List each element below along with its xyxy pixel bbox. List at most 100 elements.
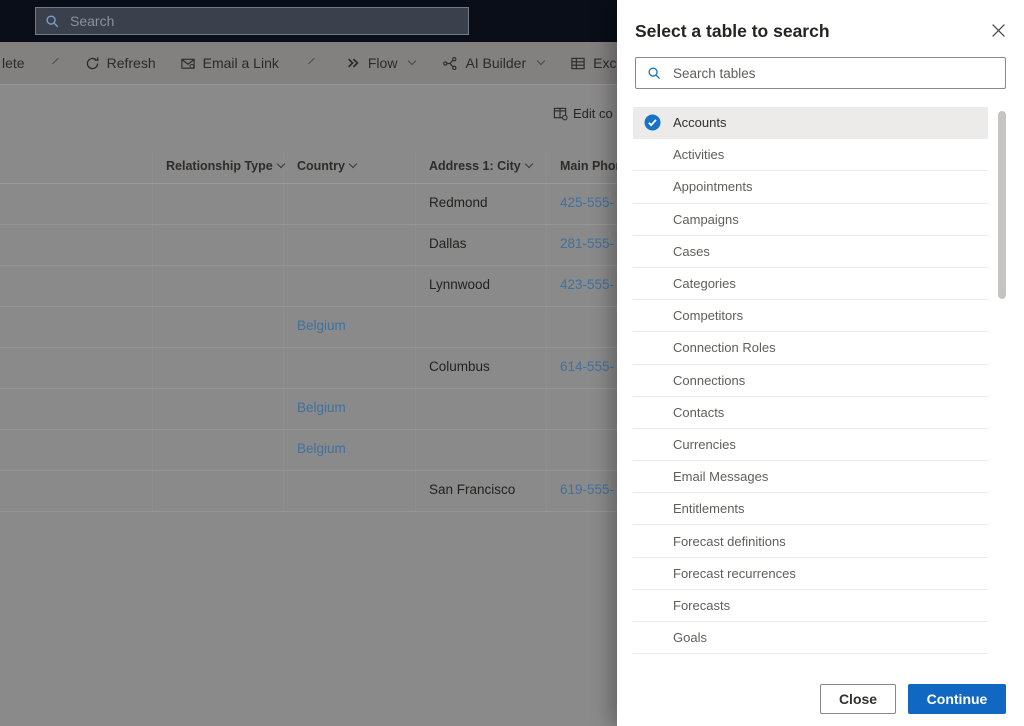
table-option-label: Accounts [673,115,726,130]
table-row[interactable]: Dallas281-555- [0,225,617,266]
table-option-label: Goals [673,630,707,645]
table-option-contacts[interactable]: Contacts [633,397,988,429]
top-navigation-bar [0,0,617,42]
excel-icon [570,56,586,71]
chevron-down-icon [349,160,357,168]
scrollbar-thumb[interactable] [998,111,1006,299]
table-row[interactable]: Belgium [0,389,617,430]
cell-main-phone-link[interactable]: 281-555- [560,236,614,251]
chevron-down-icon [408,57,416,65]
chevron-down-icon [524,160,532,168]
grid-body: Redmond425-555- Dallas281-555- Lynnwood4… [0,184,617,512]
cell-city: Columbus [429,359,490,374]
close-icon[interactable] [989,21,1007,39]
table-search-box[interactable] [635,57,1006,89]
table-row[interactable]: San Francisco 619-555- [0,471,617,512]
table-option-forecast-recurrences[interactable]: Forecast recurrences [633,558,988,590]
chevron-down-icon [537,57,545,65]
table-option-connection-roles[interactable]: Connection Roles [633,332,988,364]
table-option-goals[interactable]: Goals [633,622,988,654]
panel-title: Select a table to search [635,21,830,42]
search-icon [45,14,60,29]
table-option-label: Campaigns [673,212,739,227]
column-header-label: Country [297,159,345,173]
table-row[interactable]: Belgium [0,430,617,471]
column-header-label: Address 1: City [429,159,521,173]
table-option-currencies[interactable]: Currencies [633,429,988,461]
email-icon [180,56,196,71]
table-option-connections[interactable]: Connections [633,365,988,397]
table-option-label: Entitlements [673,501,745,516]
table-option-entitlements[interactable]: Entitlements [633,493,988,525]
global-search-box[interactable] [35,7,469,35]
table-option-label: Connections [673,373,745,388]
column-header-country[interactable]: Country [297,159,356,173]
table-option-label: Activities [673,147,724,162]
table-option-forecasts[interactable]: Forecasts [633,590,988,622]
command-bar: lete Refresh Email a Link [0,42,617,85]
cell-country-link[interactable]: Belgium [297,441,346,456]
global-search-input[interactable] [68,12,459,30]
table-row[interactable]: Redmond425-555- [0,184,617,225]
table-option-forecast-definitions[interactable]: Forecast definitions [633,525,988,557]
table-option-campaigns[interactable]: Campaigns [633,204,988,236]
chevron-down-icon[interactable] [308,58,314,64]
table-option-label: Connection Roles [673,340,776,355]
cell-main-phone-link[interactable]: 614-555- [560,359,614,374]
table-option-label: Appointments [673,179,753,194]
table-option-competitors[interactable]: Competitors [633,300,988,332]
table-option-label: Competitors [673,308,743,323]
ai-builder-button[interactable]: AI Builder [442,55,544,71]
table-option-categories[interactable]: Categories [633,268,988,300]
table-option-label: Email Messages [673,469,768,484]
chevron-down-icon [276,160,284,168]
edit-columns-label: Edit co [573,106,613,121]
column-header-relationship-type[interactable]: Relationship Type [166,159,284,173]
excel-label: Exce [593,55,617,71]
table-option-cases[interactable]: Cases [633,236,988,268]
table-row[interactable]: Belgium [0,307,617,348]
app-window: lete Refresh Email a Link [0,0,1024,726]
flow-button[interactable]: Flow [345,55,416,71]
column-header-label: Main Phor [560,159,617,173]
table-option-label: Forecast definitions [673,534,786,549]
selected-check-icon [644,114,661,131]
cell-main-phone-link[interactable]: 425-555- [560,195,614,210]
close-button[interactable]: Close [820,684,896,714]
column-header-address-city[interactable]: Address 1: City [429,159,532,173]
table-row[interactable]: Columbus 614-555- [0,348,617,389]
ai-builder-label: AI Builder [465,55,526,71]
table-option-label: Forecasts [673,598,730,613]
grid-area: Edit co Relationship Type Country Addres… [0,85,617,726]
cell-city: San Francisco [429,482,515,497]
edit-columns-icon [553,106,568,121]
cell-main-phone-link[interactable]: 619-555- [560,482,614,497]
continue-button[interactable]: Continue [908,684,1006,714]
table-search-input[interactable] [671,65,994,82]
delete-button[interactable]: lete [2,55,25,71]
export-to-excel-button[interactable]: Exce [570,55,617,71]
table-option-appointments[interactable]: Appointments [633,171,988,203]
column-header-main-phone[interactable]: Main Phor [560,159,617,173]
edit-columns-button[interactable]: Edit co [553,106,613,121]
table-option-activities[interactable]: Activities [633,139,988,171]
flow-icon [345,56,361,70]
table-option-accounts[interactable]: Accounts [633,107,988,139]
email-a-link-button[interactable]: Email a Link [180,55,279,71]
table-row[interactable]: Lynnwood423-555- [0,266,617,307]
search-icon [647,66,662,81]
grid-header-row: Relationship Type Country Address 1: Cit… [0,150,617,184]
ai-builder-icon [442,56,458,71]
cell-country-link[interactable]: Belgium [297,400,346,415]
table-option-label: Forecast recurrences [673,566,796,581]
table-option-email-messages[interactable]: Email Messages [633,461,988,493]
refresh-button[interactable]: Refresh [85,55,156,71]
refresh-icon [85,56,100,71]
cell-main-phone-link[interactable]: 423-555- [560,277,614,292]
table-list: Accounts Activities Appointments Campaig… [633,107,988,654]
email-a-link-label: Email a Link [203,55,279,71]
flow-label: Flow [368,55,398,71]
table-option-label: Currencies [673,437,736,452]
cell-country-link[interactable]: Belgium [297,318,346,333]
chevron-down-icon[interactable] [52,58,58,64]
